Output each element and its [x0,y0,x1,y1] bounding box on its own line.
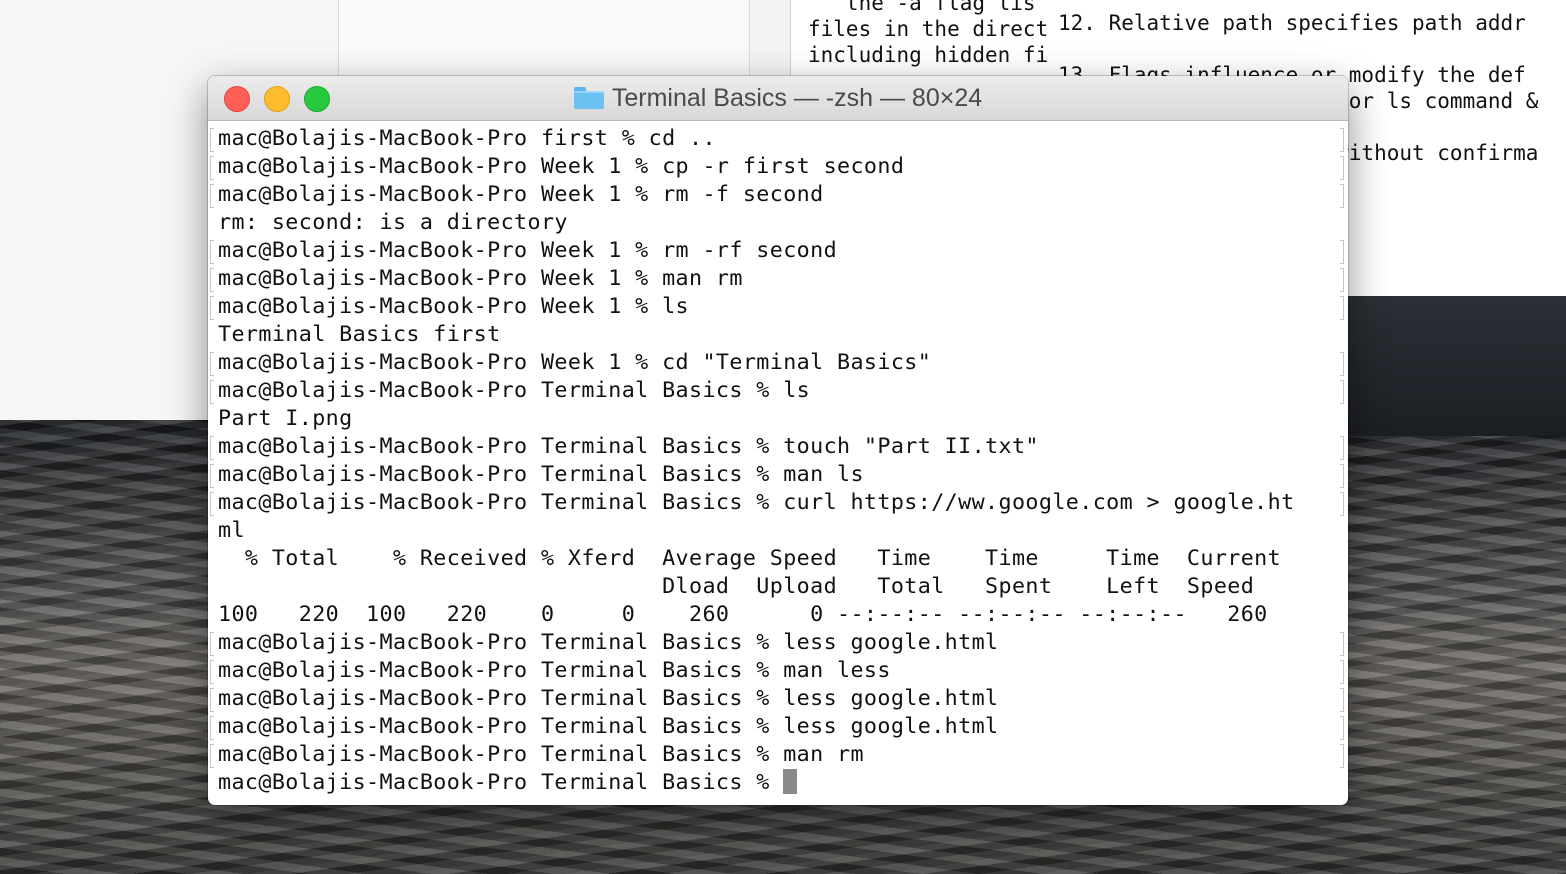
line-mark-right [1340,716,1344,740]
terminal-line: mac@Bolajis-MacBook-Pro Terminal Basics … [218,769,798,797]
line-mark-right [1340,492,1344,516]
line-mark-right [1340,632,1344,656]
line-mark-right [1340,296,1344,320]
line-mark-left [210,296,214,320]
line-mark-left [210,660,214,684]
line-mark-left [210,492,214,516]
terminal-line: mac@Bolajis-MacBook-Pro Week 1 % rm -rf … [218,238,838,263]
wallpaper-mountain [1340,296,1566,436]
line-mark-left [210,240,214,264]
line-mark-right [1340,660,1344,684]
terminal-line: mac@Bolajis-MacBook-Pro Terminal Basics … [218,658,891,683]
line-mark-left [210,268,214,292]
terminal-line: mac@Bolajis-MacBook-Pro Week 1 % man rm [218,266,743,291]
text-cursor [783,769,798,794]
line-mark-right [1340,744,1344,768]
terminal-line: mac@Bolajis-MacBook-Pro first % cd .. [218,126,716,151]
terminal-line: mac@Bolajis-MacBook-Pro Week 1 % cp -r f… [218,154,905,179]
line-mark-right [1340,240,1344,264]
background-notes-middle-text: the -a flag lis files in the direct incl… [808,0,1049,67]
line-mark-left [210,744,214,768]
terminal-line: rm: second: is a directory [218,210,568,235]
terminal-line: mac@Bolajis-MacBook-Pro Week 1 % rm -f s… [218,182,824,207]
terminal-line: 100 220 100 220 0 0 260 0 --:--:-- --:--… [218,602,1268,627]
line-mark-left [210,436,214,460]
line-mark-right [1340,380,1344,404]
line-mark-right [1340,436,1344,460]
terminal-line: mac@Bolajis-MacBook-Pro Terminal Basics … [218,462,864,487]
folder-icon [573,87,604,109]
terminal-line: mac@Bolajis-MacBook-Pro Terminal Basics … [218,686,999,711]
line-mark-left [210,464,214,488]
title-bar[interactable]: Terminal Basics — -zsh — 80×24 [208,76,1348,121]
line-mark-left [210,156,214,180]
line-mark-right [1340,128,1344,152]
terminal-line: ml [218,518,245,543]
line-mark-left [210,380,214,404]
window-title: Terminal Basics — -zsh — 80×24 [611,83,983,112]
line-mark-left [210,184,214,208]
line-mark-right [1340,352,1344,376]
terminal-line: mac@Bolajis-MacBook-Pro Week 1 % cd "Ter… [218,350,932,375]
terminal-line: Terminal Basics first [218,322,501,347]
line-mark-right [1340,688,1344,712]
terminal-screen[interactable]: mac@Bolajis-MacBook-Pro first % cd .. mac… [208,121,1348,805]
terminal-line: % Total % Received % Xferd Average Speed… [218,546,1282,571]
line-mark-right [1340,156,1344,180]
terminal-window[interactable]: Terminal Basics — -zsh — 80×24 mac@Bolaj… [208,76,1348,805]
terminal-line: mac@Bolajis-MacBook-Pro Terminal Basics … [218,490,1295,515]
line-mark-left [210,128,214,152]
terminal-line: mac@Bolajis-MacBook-Pro Terminal Basics … [218,434,1039,459]
window-title-group: Terminal Basics — -zsh — 80×24 [208,76,1348,120]
line-mark-left [210,352,214,376]
terminal-line: Part I.png [218,406,353,431]
terminal-line: mac@Bolajis-MacBook-Pro Terminal Basics … [218,714,999,739]
terminal-line: mac@Bolajis-MacBook-Pro Week 1 % ls [218,294,689,319]
terminal-line: Dload Upload Total Spent Left Speed [218,574,1255,599]
line-mark-left [210,716,214,740]
line-mark-right [1340,268,1344,292]
line-mark-left [210,632,214,656]
terminal-line: mac@Bolajis-MacBook-Pro Terminal Basics … [218,630,999,655]
terminal-line: mac@Bolajis-MacBook-Pro Terminal Basics … [218,742,864,767]
line-mark-left [210,688,214,712]
terminal-line: mac@Bolajis-MacBook-Pro Terminal Basics … [218,378,811,403]
line-mark-right [1340,464,1344,488]
line-mark-right [1340,184,1344,208]
